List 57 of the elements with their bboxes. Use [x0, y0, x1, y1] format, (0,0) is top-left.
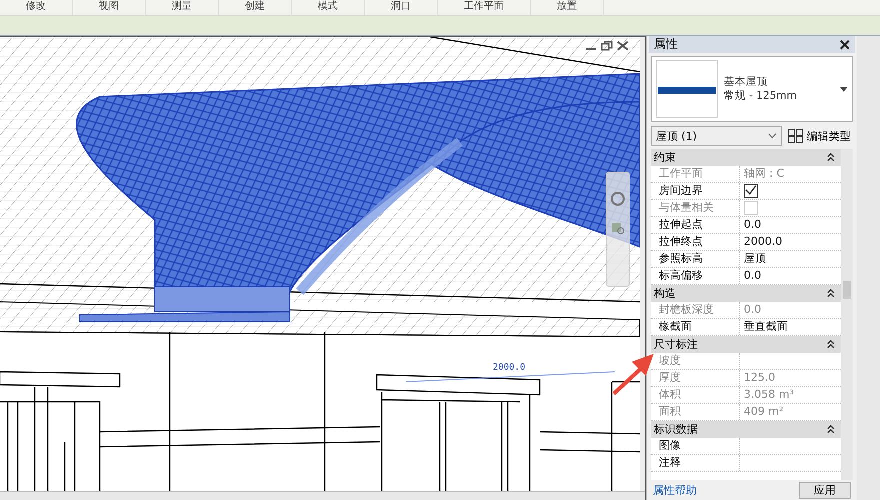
property-value[interactable]: 2000.0	[744, 234, 782, 250]
zoom-icon[interactable]	[610, 221, 626, 235]
property-label: 拉伸终点	[651, 234, 740, 250]
panel-title: 属性	[654, 36, 678, 53]
property-label: 椽截面	[651, 319, 740, 335]
property-value[interactable]: 0.0	[744, 268, 762, 284]
dropdown-chevron-icon	[768, 133, 777, 139]
property-label: 封檐板深度	[651, 302, 740, 318]
type-selector[interactable]: 基本屋顶 常规 - 125mm	[651, 56, 853, 122]
ribbon-panel-label[interactable]: 创建	[219, 0, 292, 15]
type-detail: 常规 - 125mm	[724, 89, 798, 103]
ribbon-panel-label[interactable]: 视图	[73, 0, 146, 15]
property-label: 面积	[651, 404, 740, 420]
collapse-chevron-icon	[827, 340, 835, 349]
ribbon-panel-label[interactable]: 修改	[0, 0, 73, 15]
type-name: 基本屋顶	[724, 75, 769, 89]
ribbon-panel-label[interactable]: 模式	[292, 0, 365, 15]
property-label: 标高偏移	[651, 268, 740, 284]
restore-icon[interactable]	[601, 41, 613, 51]
property-label: 参照标高	[651, 251, 740, 267]
property-group-header[interactable]: 构造	[651, 285, 841, 302]
property-value[interactable]: 屋顶	[744, 251, 766, 267]
property-label: 拉伸起点	[651, 217, 740, 233]
property-label: 图像	[651, 438, 740, 454]
property-label: 房间边界	[651, 183, 740, 199]
dropdown-arrow-icon	[840, 86, 848, 92]
edit-type-icon	[788, 128, 804, 144]
properties-help-link[interactable]: 属性帮助	[653, 482, 697, 498]
navigation-bar[interactable]	[606, 172, 630, 287]
property-label: 工作平面	[651, 166, 740, 182]
close-icon[interactable]	[617, 41, 629, 51]
property-label: 注释	[651, 455, 740, 471]
property-label: 与体量相关	[651, 200, 740, 216]
property-value[interactable]: 垂直截面	[744, 319, 788, 335]
property-group-header[interactable]: 尺寸标注	[651, 336, 841, 353]
wheel-icon[interactable]	[610, 191, 626, 207]
property-label: 体积	[651, 387, 740, 403]
collapse-chevron-icon	[827, 425, 835, 434]
apply-button[interactable]: 应用	[799, 482, 851, 498]
property-group-header[interactable]: 约束	[651, 149, 841, 166]
ribbon-panel-label[interactable]: 洞口	[365, 0, 438, 15]
ribbon-panel-label[interactable]: 测量	[146, 0, 219, 15]
collapse-chevron-icon	[827, 289, 835, 298]
3d-viewport[interactable]: 2000.0	[0, 36, 646, 500]
roof-type-preview-icon	[656, 60, 718, 118]
property-group-header[interactable]: 标识数据	[651, 421, 841, 438]
instance-filter-dropdown[interactable]: 屋顶 (1)	[651, 126, 782, 146]
grid-scrollbar[interactable]	[841, 149, 853, 480]
close-icon[interactable]	[840, 40, 850, 50]
dimension-label[interactable]: 2000.0	[493, 363, 526, 373]
ribbon-panel-label[interactable]: 放置	[531, 0, 604, 15]
vertical-scrollbar[interactable]	[640, 37, 645, 491]
edit-type-button[interactable]: 编辑类型	[786, 128, 853, 144]
ribbon-panel-label[interactable]: 工作平面	[438, 0, 531, 15]
collapse-chevron-icon	[827, 153, 835, 162]
property-value[interactable]: 0.0	[744, 217, 762, 233]
checkbox[interactable]	[744, 184, 758, 198]
